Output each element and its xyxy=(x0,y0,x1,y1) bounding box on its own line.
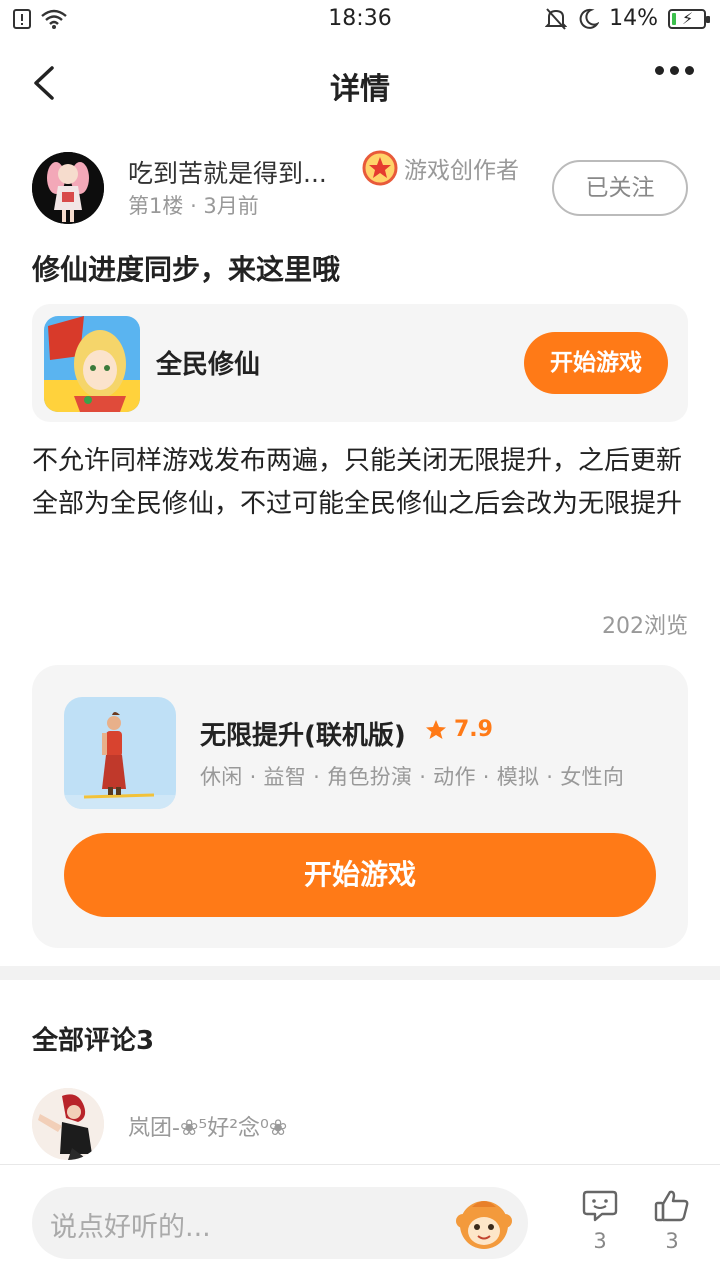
post-time: 3月前 xyxy=(203,194,259,218)
comment-action[interactable]: 3 xyxy=(575,1189,625,1253)
battery-icon: ⚡ xyxy=(668,8,710,29)
game-card[interactable]: 无限提升(联机版) 7.9 休闲 · 益智 · 角色扮演 · 动作 · 模拟 ·… xyxy=(32,665,688,948)
author-avatar[interactable] xyxy=(32,152,104,224)
battery-percent: 14% xyxy=(609,6,658,31)
star-icon xyxy=(426,719,446,739)
linked-game-name: 全民修仙 xyxy=(156,350,261,380)
commenter-avatar[interactable] xyxy=(32,1088,104,1160)
meta-separator: · xyxy=(190,194,204,218)
status-bar: 18:36 14% ⚡ xyxy=(0,0,720,40)
game-icon xyxy=(64,697,176,809)
comment-item[interactable]: 岚团-❀⁵好²念⁰❀ xyxy=(32,1088,688,1164)
avatar-image xyxy=(32,152,104,224)
bottom-bar: 说点好听的... 3 3 xyxy=(0,1164,720,1280)
game-rating: 7.9 xyxy=(424,717,493,742)
view-count: 202浏览 xyxy=(602,614,688,639)
more-dots-icon xyxy=(655,66,664,75)
post-body: 不允许同样游戏发布两遍，只能关闭无限提升，之后更新全部为全民修仙，不过可能全民修… xyxy=(32,446,683,519)
game-tags: 休闲 · 益智 · 角色扮演 · 动作 · 模拟 · 女性向 xyxy=(200,765,625,789)
commenter-name[interactable]: 岚团-❀⁵好²念⁰❀ xyxy=(128,1110,287,1142)
comments-title: 全部评论3 xyxy=(32,1026,155,1056)
section-divider xyxy=(0,966,720,980)
star-medal-icon xyxy=(362,150,398,186)
nav-bar: 详情 xyxy=(0,40,720,128)
rating-value: 7.9 xyxy=(454,717,493,742)
game-name: 无限提升(联机版) xyxy=(200,721,406,751)
like-count: 3 xyxy=(665,1229,679,1253)
comment-bubble-icon xyxy=(582,1190,618,1222)
thumbs-up-icon xyxy=(654,1190,689,1222)
creator-badge: 游戏创作者 xyxy=(362,150,519,186)
moon-icon xyxy=(579,8,600,29)
linked-game-card[interactable]: 全民修仙 开始游戏 xyxy=(32,304,688,422)
comment-count: 3 xyxy=(593,1229,607,1253)
follow-button[interactable]: 已关注 xyxy=(552,160,688,216)
game-play-button[interactable]: 开始游戏 xyxy=(64,833,656,917)
post-meta: 第1楼 · 3月前 xyxy=(128,190,259,220)
comment-input[interactable]: 说点好听的... xyxy=(32,1187,528,1259)
post-title: 修仙进度同步，来这里哦 xyxy=(32,253,341,286)
more-button[interactable] xyxy=(655,66,694,75)
status-right-icons: 14% ⚡ xyxy=(545,6,710,31)
floor-label: 第1楼 xyxy=(128,194,184,218)
post-header: 吃到苦就是得到... 游戏创作者 第1楼 · 3月前 已关注 xyxy=(32,150,688,230)
author-name[interactable]: 吃到苦就是得到... xyxy=(128,154,327,190)
mute-icon xyxy=(545,7,568,30)
page-title: 详情 xyxy=(330,72,390,107)
like-action[interactable]: 3 xyxy=(647,1189,697,1253)
linked-game-play-button[interactable]: 开始游戏 xyxy=(524,332,668,394)
mascot-emoji-icon[interactable] xyxy=(454,1193,514,1253)
creator-label: 游戏创作者 xyxy=(404,158,519,184)
comment-input-placeholder: 说点好听的... xyxy=(50,1212,211,1243)
linked-game-icon xyxy=(44,316,140,412)
